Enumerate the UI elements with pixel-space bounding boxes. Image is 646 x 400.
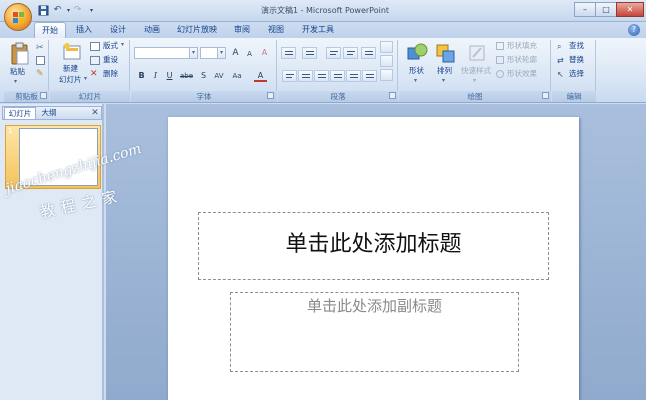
distributed-button[interactable]	[346, 70, 361, 82]
layout-icon	[90, 42, 100, 51]
line-spacing-button[interactable]	[361, 47, 376, 59]
close-button[interactable]: ✕	[616, 2, 644, 17]
layout-dropdown-icon[interactable]: ▾	[121, 41, 124, 48]
text-direction-button[interactable]	[380, 41, 393, 53]
tab-view[interactable]: 视图	[262, 22, 290, 38]
character-spacing-button[interactable]: AV	[211, 70, 227, 82]
title-placeholder-text[interactable]: 单击此处添加标题	[198, 228, 549, 262]
strikethrough-button[interactable]: abe	[178, 70, 195, 82]
paragraph-group-label: 段落	[278, 91, 398, 102]
shape-outline-icon	[496, 56, 504, 64]
smartart-button[interactable]	[380, 69, 393, 81]
new-slide-label-2[interactable]: 幻灯片	[59, 75, 82, 85]
tab-outline-pane[interactable]: 大纲	[38, 107, 60, 119]
select-icon: ↖	[557, 70, 564, 79]
clipboard-launcher-icon[interactable]	[40, 92, 47, 99]
delete-button[interactable]: 删除	[103, 69, 118, 79]
columns-button[interactable]	[362, 70, 377, 82]
shapes-dropdown-icon[interactable]: ▾	[414, 77, 417, 84]
shape-effects-button[interactable]: 形状效果	[507, 69, 537, 79]
increase-indent-button[interactable]	[343, 47, 358, 59]
office-logo-icon	[13, 12, 24, 23]
clear-format-button[interactable]: A	[258, 47, 271, 59]
paste-button[interactable]: 粘贴	[10, 67, 25, 77]
slide-thumbnail-number: 1	[8, 127, 13, 135]
arrange-icon[interactable]	[435, 42, 457, 64]
quick-styles-icon[interactable]	[467, 42, 487, 64]
replace-icon: ⇄	[557, 56, 564, 65]
shapes-button[interactable]: 形状	[409, 66, 424, 76]
shape-fill-button[interactable]: 形状填充	[507, 41, 537, 51]
shapes-icon[interactable]	[407, 42, 429, 64]
align-left-button[interactable]	[282, 70, 297, 82]
reset-icon	[90, 56, 100, 65]
tab-design[interactable]: 设计	[104, 22, 132, 38]
pane-close-icon[interactable]: ✕	[90, 107, 100, 119]
find-button[interactable]: 查找	[569, 41, 584, 51]
underline-button[interactable]: U	[163, 70, 176, 82]
arrange-dropdown-icon[interactable]: ▾	[442, 77, 445, 84]
bullets-button[interactable]	[281, 47, 296, 59]
window-title: 演示文稿1 - Microsoft PowerPoint	[260, 6, 390, 15]
qat-customize-icon[interactable]: ▾	[86, 5, 97, 16]
decrease-indent-button[interactable]	[326, 47, 341, 59]
tab-slideshow[interactable]: 幻灯片放映	[172, 22, 222, 38]
tab-developer[interactable]: 开发工具	[296, 22, 340, 38]
new-slide-dropdown-icon[interactable]: ▾	[84, 75, 87, 82]
office-button[interactable]	[4, 3, 32, 31]
select-button[interactable]: 选择	[569, 69, 584, 79]
font-size-dropdown-icon[interactable]: ▾	[217, 47, 226, 59]
quick-styles-button[interactable]: 快速样式	[461, 66, 491, 76]
change-case-button[interactable]: Aa	[229, 70, 245, 82]
font-color-button[interactable]: A	[254, 70, 267, 82]
tab-review[interactable]: 审阅	[228, 22, 256, 38]
save-icon[interactable]	[38, 5, 49, 16]
font-group-label: 字体	[131, 91, 277, 102]
find-icon: ⌕	[557, 42, 562, 51]
paste-dropdown-icon[interactable]: ▾	[14, 78, 17, 85]
align-right-button[interactable]	[314, 70, 329, 82]
shrink-font-button[interactable]: A	[243, 48, 256, 60]
grow-font-button[interactable]: A	[229, 47, 242, 59]
layout-button[interactable]: 版式	[103, 41, 118, 51]
reset-button[interactable]: 重设	[103, 55, 118, 65]
tab-animations[interactable]: 动画	[138, 22, 166, 38]
shape-effects-icon	[496, 70, 504, 78]
bold-button[interactable]: B	[135, 70, 148, 82]
justify-button[interactable]	[330, 70, 345, 82]
shape-fill-icon	[496, 42, 504, 50]
tab-insert[interactable]: 插入	[70, 22, 98, 38]
paste-icon[interactable]	[9, 42, 31, 66]
text-shadow-button[interactable]: S	[197, 70, 210, 82]
new-slide-label-1[interactable]: 新建	[63, 64, 78, 74]
arrange-button[interactable]: 排列	[437, 66, 452, 76]
paragraph-launcher-icon[interactable]	[389, 92, 396, 99]
undo-icon[interactable]: ↶	[52, 5, 63, 16]
slides-group-label: 幻灯片	[50, 91, 130, 102]
drawing-launcher-icon[interactable]	[542, 92, 549, 99]
tab-home[interactable]: 开始	[34, 22, 66, 38]
help-icon[interactable]: ?	[628, 24, 640, 36]
numbering-button[interactable]	[302, 47, 317, 59]
font-name-dropdown-icon[interactable]: ▾	[189, 47, 198, 59]
italic-button[interactable]: I	[149, 70, 162, 82]
subtitle-placeholder-text[interactable]: 单击此处添加副标题	[230, 294, 519, 318]
font-launcher-icon[interactable]	[267, 92, 274, 99]
redo-icon[interactable]: ↷	[72, 5, 83, 16]
quick-styles-dropdown-icon[interactable]: ▾	[473, 77, 476, 84]
new-slide-icon[interactable]	[62, 42, 82, 62]
cut-icon[interactable]: ✂	[36, 43, 44, 53]
shape-outline-button[interactable]: 形状轮廓	[507, 55, 537, 65]
drawing-group-label: 绘图	[399, 91, 551, 102]
tab-slides-pane[interactable]: 幻灯片	[4, 107, 36, 119]
minimize-button[interactable]: –	[574, 2, 596, 17]
replace-button[interactable]: 替换	[569, 55, 584, 65]
align-text-button[interactable]	[380, 55, 393, 67]
copy-icon[interactable]	[36, 56, 45, 65]
delete-icon: ✕	[90, 69, 98, 79]
format-painter-icon[interactable]: ✎	[36, 69, 44, 79]
maximize-button[interactable]: □	[595, 2, 617, 17]
align-center-button[interactable]	[298, 70, 313, 82]
editing-group-label: 编辑	[552, 91, 596, 102]
